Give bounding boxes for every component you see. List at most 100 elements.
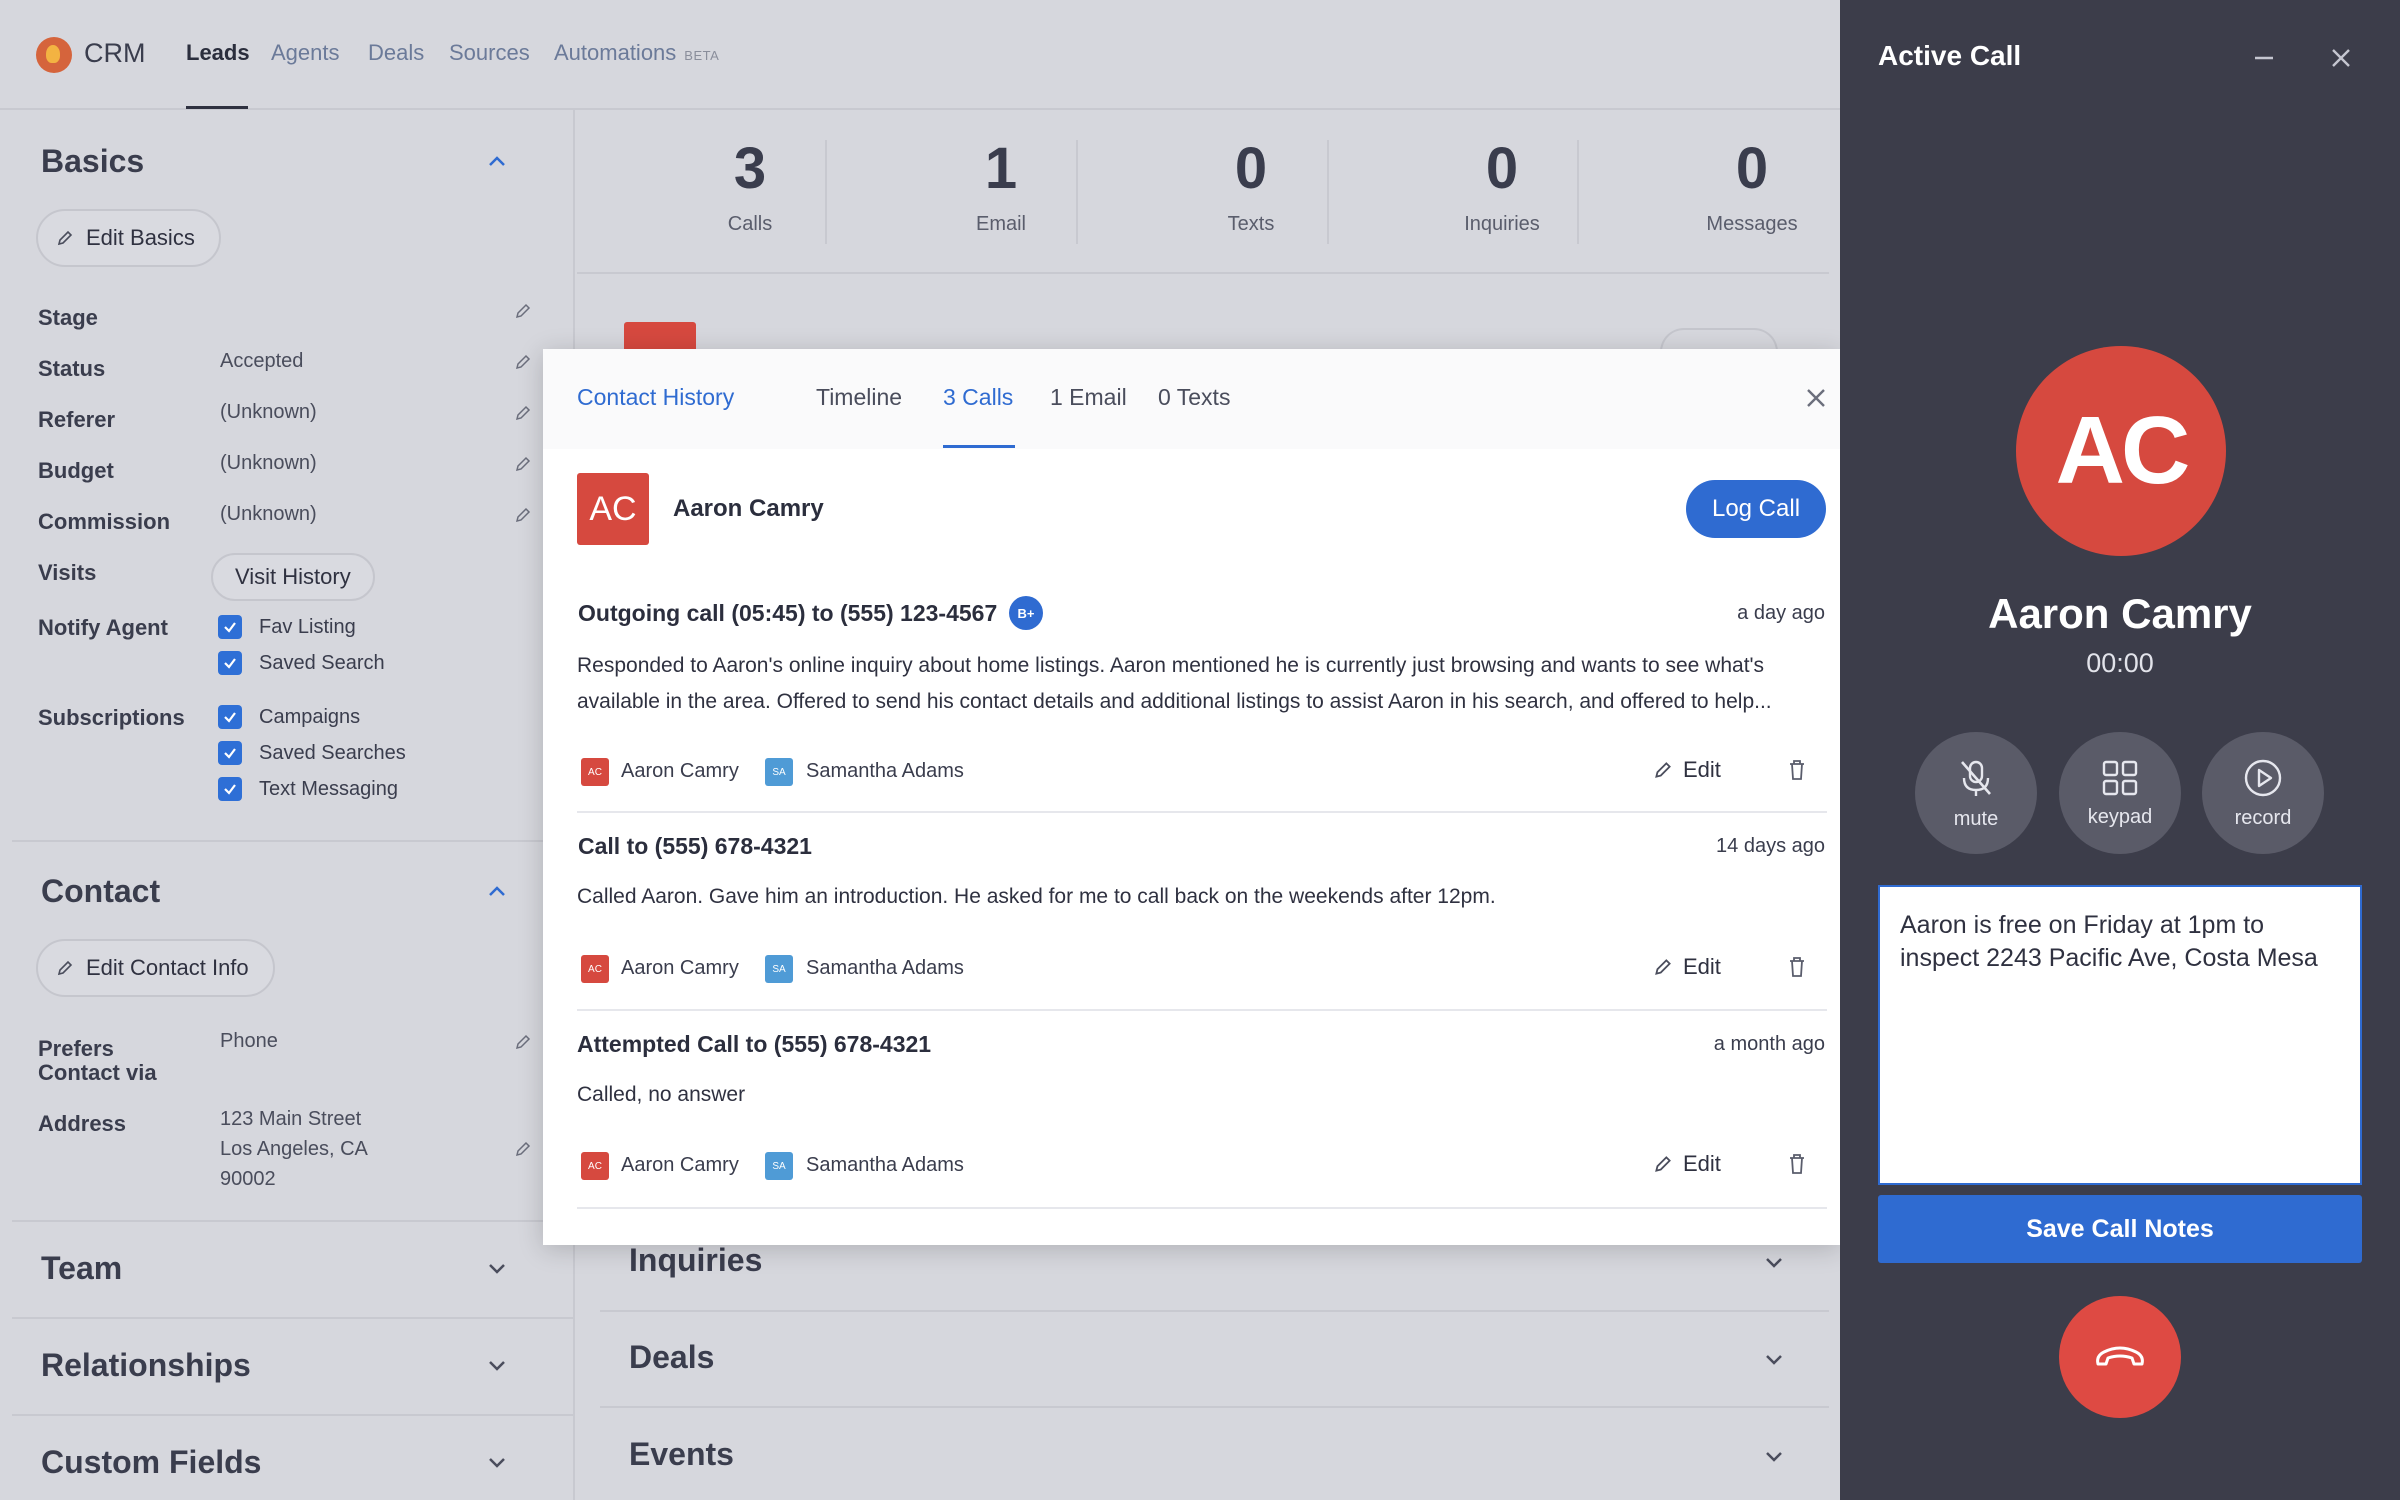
address-line: 90002 xyxy=(220,1168,276,1190)
log-call-button[interactable]: Log Call xyxy=(1686,480,1826,538)
section-divider xyxy=(12,1220,575,1222)
relationships-section-title[interactable]: Relationships xyxy=(41,1347,251,1384)
play-circle-icon xyxy=(2244,759,2282,796)
chevron-down-icon[interactable] xyxy=(1763,1251,1785,1273)
inquiries-section-title[interactable]: Inquiries xyxy=(629,1242,762,1279)
edit-label: Edit xyxy=(1683,757,1721,782)
tab-texts[interactable]: 0 Texts xyxy=(1158,384,1230,411)
tab-timeline[interactable]: Timeline xyxy=(816,384,902,411)
text-messaging-checkbox[interactable] xyxy=(218,777,242,801)
section-divider xyxy=(600,1406,1829,1408)
tab-contact-history[interactable]: Contact History xyxy=(577,384,734,411)
chevron-down-icon[interactable] xyxy=(486,1354,508,1376)
edit-referer-pencil-icon[interactable] xyxy=(514,404,532,422)
call-divider xyxy=(577,1009,1827,1011)
subscriptions-label: Subscriptions xyxy=(38,705,185,730)
caller-avatar: AC xyxy=(2016,346,2226,556)
edit-prefers-pencil-icon[interactable] xyxy=(514,1033,532,1051)
edit-status-pencil-icon[interactable] xyxy=(514,353,532,371)
saved-search-checkbox[interactable] xyxy=(218,651,242,675)
nav-agents[interactable]: Agents xyxy=(271,40,340,66)
call-agent-name: Samantha Adams xyxy=(806,1154,964,1176)
keypad-button[interactable]: keypad xyxy=(2059,732,2181,854)
prefers-contact-label: Prefers Contact via xyxy=(38,1036,157,1086)
budget-value: (Unknown) xyxy=(220,452,317,474)
keypad-label: keypad xyxy=(2087,805,2153,828)
campaigns-checkbox[interactable] xyxy=(218,705,242,729)
score-badge: B+ xyxy=(1009,596,1043,630)
edit-address-pencil-icon[interactable] xyxy=(514,1140,532,1158)
chevron-down-icon[interactable] xyxy=(486,1451,508,1473)
call-description: Responded to Aaron's online inquiry abou… xyxy=(577,648,1827,720)
saved-searches-checkbox[interactable] xyxy=(218,741,242,765)
tab-email[interactable]: 1 Email xyxy=(1050,384,1127,411)
chevron-down-icon[interactable] xyxy=(486,1257,508,1279)
texts-count: 0 xyxy=(1234,136,1268,201)
chevron-up-icon[interactable] xyxy=(486,150,508,172)
call-description-line: Called, no answer xyxy=(577,1083,746,1106)
close-icon[interactable] xyxy=(1805,387,1827,409)
save-call-notes-button[interactable]: Save Call Notes xyxy=(1878,1195,2362,1263)
prefers-contact-value: Phone xyxy=(220,1030,278,1052)
edit-call-button[interactable]: Edit xyxy=(1653,757,1721,783)
address-label: Address xyxy=(38,1111,127,1136)
stage-label: Stage xyxy=(38,305,98,330)
call-contact-name: Aaron Camry xyxy=(621,1154,739,1176)
close-icon[interactable] xyxy=(2330,47,2352,69)
call-title: Attempted Call to (555) 678-4321 xyxy=(577,1031,932,1057)
chevron-down-icon[interactable] xyxy=(1763,1348,1785,1370)
call-divider xyxy=(577,1207,1827,1209)
crm-logo-icon xyxy=(36,37,72,73)
lead-details-panel: Basics Edit Basics Stage Status Accepted… xyxy=(0,110,575,1500)
contact-title: Contact xyxy=(41,873,161,909)
referer-value: (Unknown) xyxy=(220,401,317,423)
trash-icon[interactable] xyxy=(1787,1153,1807,1175)
nav-sources[interactable]: Sources xyxy=(449,40,530,66)
edit-commission-pencil-icon[interactable] xyxy=(514,506,532,524)
nav-leads[interactable]: Leads xyxy=(186,40,250,66)
hang-up-button[interactable] xyxy=(2059,1296,2181,1418)
activity-stats: 3 Calls 1 Email 0 Texts 0 Inquiries 0 Me… xyxy=(577,110,1829,274)
visit-history-button[interactable]: Visit History xyxy=(211,553,375,601)
tab-calls[interactable]: 3 Calls xyxy=(943,384,1013,411)
caller-name: Aaron Camry xyxy=(1988,590,2252,637)
nav-deals[interactable]: Deals xyxy=(368,40,424,66)
calls-label: Calls xyxy=(727,213,773,235)
contact-mini-avatar: AC xyxy=(581,955,609,983)
call-contact-name: Aaron Camry xyxy=(621,760,739,782)
edit-stage-pencil-icon[interactable] xyxy=(514,302,532,320)
edit-label: Edit xyxy=(1683,954,1721,979)
prefers-label-line1: Prefers xyxy=(38,1036,114,1061)
trash-icon[interactable] xyxy=(1787,759,1807,781)
email-label: Email xyxy=(975,213,1026,235)
deals-section-title[interactable]: Deals xyxy=(629,1339,714,1376)
contact-history-modal: Contact History Timeline 3 Calls 1 Email… xyxy=(543,349,1840,1245)
inquiries-count: 0 xyxy=(1485,136,1519,201)
chevron-up-icon[interactable] xyxy=(486,880,508,902)
call-notes-input[interactable]: Aaron is free on Friday at 1pm to inspec… xyxy=(1878,885,2362,1185)
team-section-title[interactable]: Team xyxy=(41,1250,122,1287)
edit-basics-button[interactable]: Edit Basics xyxy=(36,209,221,267)
fav-listing-checkbox[interactable] xyxy=(218,615,242,639)
mute-button[interactable]: mute xyxy=(1915,732,2037,854)
background-avatar xyxy=(624,322,696,352)
edit-call-button[interactable]: Edit xyxy=(1653,1151,1721,1177)
call-agent-name: Samantha Adams xyxy=(806,760,964,782)
status-value: Accepted xyxy=(220,350,304,372)
contact-mini-avatar: AC xyxy=(581,1152,609,1180)
record-button[interactable]: record xyxy=(2202,732,2324,854)
edit-call-button[interactable]: Edit xyxy=(1653,954,1721,980)
trash-icon[interactable] xyxy=(1787,956,1807,978)
saved-searches-label: Saved Searches xyxy=(259,742,406,764)
notify-agent-label: Notify Agent xyxy=(38,615,168,640)
nav-automations[interactable]: Automations BETA xyxy=(554,40,719,66)
pencil-icon xyxy=(1655,762,1671,778)
chevron-down-icon[interactable] xyxy=(1763,1445,1785,1467)
prefers-label-line2: Contact via xyxy=(38,1060,157,1085)
custom-fields-section-title[interactable]: Custom Fields xyxy=(41,1444,261,1481)
stat-separator xyxy=(1076,140,1078,244)
edit-budget-pencil-icon[interactable] xyxy=(514,455,532,473)
edit-contact-info-button[interactable]: Edit Contact Info xyxy=(36,939,275,997)
events-section-title[interactable]: Events xyxy=(629,1436,734,1473)
minimize-icon[interactable] xyxy=(2252,46,2276,70)
